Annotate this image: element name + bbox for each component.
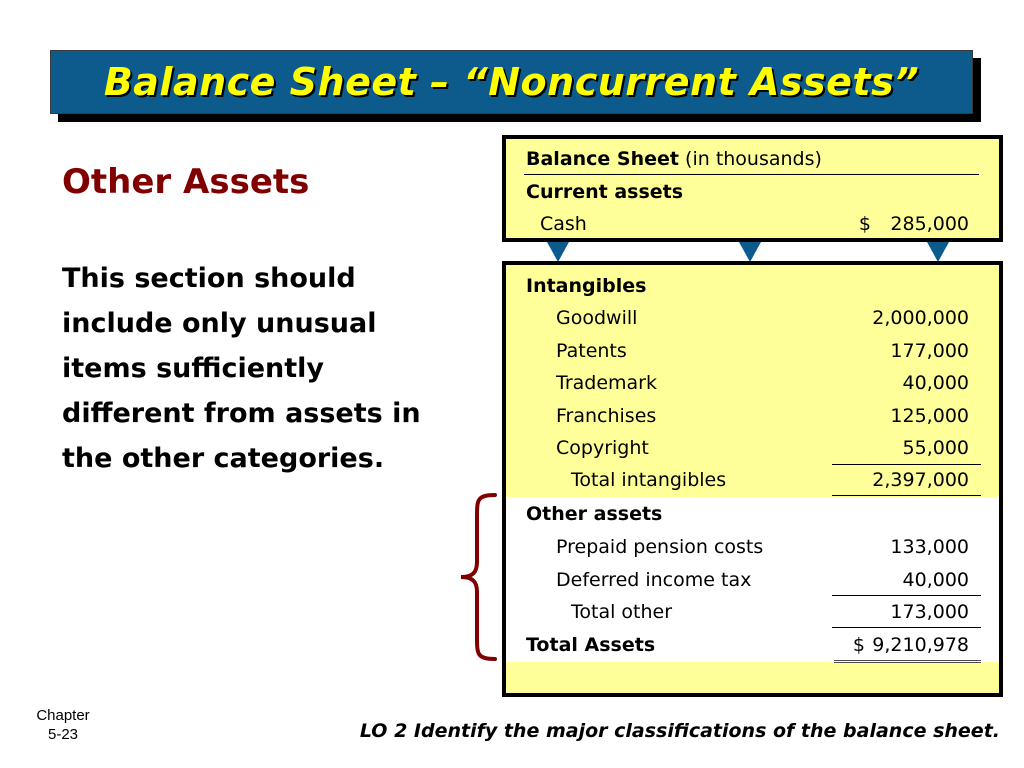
- total-assets-currency: $: [852, 634, 865, 656]
- down-arrow-icon: [927, 242, 949, 262]
- total-rule: [832, 495, 981, 496]
- subtotal-rule: [832, 595, 981, 596]
- item-value: 55,000: [902, 437, 969, 459]
- intangibles-heading-row: Intangibles: [526, 271, 979, 301]
- item-value: 125,000: [890, 405, 969, 427]
- current-assets-heading: Current assets: [526, 181, 684, 203]
- learning-objective: LO 2 Identify the major classifications …: [359, 720, 1000, 742]
- balance-sheet-title-bold: Balance Sheet: [526, 148, 679, 170]
- table-row-grand-total: Total Assets $ 9,210,978: [526, 630, 979, 660]
- table-row: Copyright 55,000: [526, 433, 979, 463]
- section-heading: Other Assets: [62, 162, 310, 202]
- other-assets-heading-row: Other assets: [526, 499, 979, 529]
- total-assets-value: 9,210,978: [872, 634, 969, 656]
- current-assets-heading-row: Current assets: [526, 177, 979, 207]
- balance-sheet-units-note: (in thousands): [685, 148, 822, 170]
- item-label: Trademark: [556, 372, 657, 394]
- section-description: This section should include only unusual…: [62, 263, 421, 474]
- cash-label: Cash: [540, 213, 587, 235]
- item-value: 40,000: [902, 569, 969, 591]
- balance-sheet-title-row: Balance Sheet (in thousands): [526, 144, 979, 174]
- other-assets-heading: Other assets: [526, 503, 663, 525]
- table-row-total: Total intangibles 2,397,000: [526, 465, 979, 495]
- table-row: Patents 177,000: [526, 336, 979, 366]
- table-row: Goodwill 2,000,000: [526, 303, 979, 333]
- item-label: Franchises: [556, 405, 657, 427]
- item-label: Goodwill: [556, 307, 638, 329]
- balance-sheet-title: Balance Sheet (in thousands): [526, 144, 822, 174]
- chapter-text: Chapter: [36, 707, 90, 724]
- item-label: Deferred income tax: [556, 569, 752, 591]
- intangibles-heading: Intangibles: [526, 275, 647, 297]
- slide-title: Balance Sheet – “Noncurrent Assets”: [103, 60, 920, 104]
- total-intangibles-label: Total intangibles: [571, 469, 727, 491]
- table-row: Cash $ 285,000: [526, 209, 979, 239]
- item-label: Prepaid pension costs: [556, 536, 764, 558]
- balance-sheet-header-box: Balance Sheet (in thousands) Current ass…: [502, 135, 1003, 242]
- header-rule: [524, 174, 979, 175]
- title-bar: Balance Sheet – “Noncurrent Assets”: [50, 50, 973, 114]
- cash-value: 285,000: [890, 213, 969, 235]
- total-other-value: 173,000: [890, 601, 969, 623]
- item-value: 133,000: [890, 536, 969, 558]
- total-other-label: Total other: [571, 601, 673, 623]
- table-row: Trademark 40,000: [526, 368, 979, 398]
- cash-currency: $: [858, 213, 871, 235]
- table-row: Deferred income tax 40,000: [526, 565, 979, 595]
- noncurrent-assets-box: Intangibles Goodwill 2,000,000 Patents 1…: [502, 261, 1003, 697]
- total-intangibles-value: 2,397,000: [872, 469, 969, 491]
- table-row: Prepaid pension costs 133,000: [526, 532, 979, 562]
- down-arrow-icon: [739, 242, 761, 262]
- down-arrow-icon: [547, 242, 569, 262]
- item-value: 177,000: [890, 340, 969, 362]
- curly-brace-icon: [460, 493, 497, 661]
- chapter-label: Chapter 5-23: [28, 706, 98, 744]
- table-row: Franchises 125,000: [526, 401, 979, 431]
- item-label: Patents: [556, 340, 627, 362]
- table-row-total: Total other 173,000: [526, 597, 979, 627]
- total-assets-label: Total Assets: [526, 634, 656, 656]
- item-label: Copyright: [556, 437, 649, 459]
- double-underline: [834, 660, 981, 663]
- slide-number: 5-23: [47, 726, 79, 743]
- subtotal-rule: [832, 627, 981, 628]
- item-value: 40,000: [902, 372, 969, 394]
- item-value: 2,000,000: [872, 307, 969, 329]
